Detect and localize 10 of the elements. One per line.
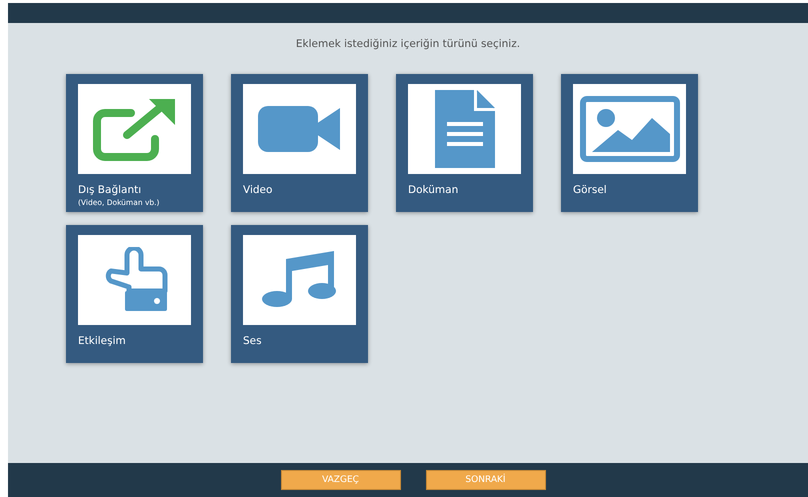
music-note-icon <box>262 251 338 309</box>
content-type-card[interactable]: Etkileşim <box>66 225 203 363</box>
picture-icon <box>580 96 680 162</box>
content-type-card[interactable]: Ses <box>231 225 368 363</box>
instruction-text: Eklemek istediğiniz içeriğin türünü seçiniz. <box>296 38 520 50</box>
content-type-card[interactable]: Doküman <box>396 74 533 212</box>
content-type-card[interactable]: Video <box>231 74 368 212</box>
video-camera-icon <box>258 106 342 152</box>
document-icon <box>434 90 494 168</box>
content-type-card[interactable]: Görsel <box>561 74 698 212</box>
